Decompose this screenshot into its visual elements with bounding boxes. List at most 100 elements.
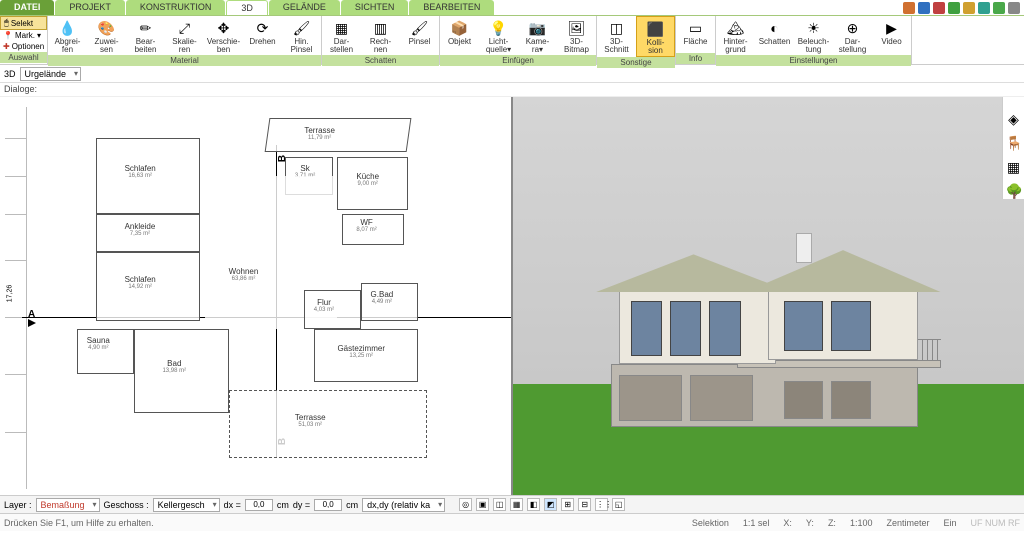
menu-tab-file[interactable]: DATEI — [0, 0, 54, 15]
ribbon-icon: ◐ — [765, 18, 785, 38]
toolbar-icon[interactable]: ▣ — [476, 498, 489, 511]
side-tool-palette: ◈ 🪑 ▦ 🌳 — [1002, 97, 1024, 199]
ribbon-btn-beleuch[interactable]: ☀Beleuch-tung — [794, 16, 833, 55]
input-bar: Layer : Bemaßung Geschoss : Kellergesch … — [0, 495, 1024, 513]
status-caps: UF NUM RF — [971, 518, 1021, 528]
ribbon-btn-dar[interactable]: ▦Dar-stellen — [322, 16, 361, 55]
menu-tab-projekt[interactable]: PROJEKT — [55, 0, 125, 15]
ribbon-btn-skalie[interactable]: ⤢Skalie-ren — [165, 16, 204, 55]
ribbon-btn-3d[interactable]: ◫3D-Schnitt — [597, 16, 636, 57]
ribbon-icon: ⬛ — [646, 19, 666, 39]
ribbon-group-label: Auswahl — [0, 52, 47, 63]
house-model — [579, 216, 972, 427]
menu-tab-3d[interactable]: 3D — [226, 0, 268, 15]
title-icon[interactable] — [963, 2, 975, 14]
ribbon-btn-schatten[interactable]: ◐Schatten — [755, 16, 794, 55]
ribbon-icon: ▭ — [686, 18, 706, 38]
ribbon-icon: 🖼 — [567, 18, 587, 38]
toolbar-icon[interactable]: ◱ — [612, 498, 625, 511]
status-scale: 1:100 — [850, 518, 873, 528]
layer-label: Layer : — [4, 500, 32, 510]
menu-icon[interactable] — [1008, 2, 1020, 14]
toolbar-icon[interactable]: ⊟ — [578, 498, 591, 511]
ribbon-btn-bear[interactable]: ✏Bear-beiten — [126, 16, 165, 55]
menu-tab-gelaende[interactable]: GELÄNDE — [269, 0, 340, 15]
ribbon-btn-kolli[interactable]: ⬛Kolli-sion — [636, 16, 675, 57]
layer-dropdown[interactable]: Urgelände — [20, 67, 82, 81]
furniture-icon[interactable]: 🪑 — [1006, 135, 1022, 151]
title-icon[interactable] — [918, 2, 930, 14]
mark-mode[interactable]: 📍Mark.▾ — [0, 30, 47, 41]
ribbon-btn-flche[interactable]: ▭Fläche — [676, 16, 715, 53]
ribbon-btn-objekt[interactable]: 📦Objekt — [440, 16, 479, 55]
menu-tab-bearbeiten[interactable]: BEARBEITEN — [409, 0, 494, 15]
ribbon-icon: ▦ — [332, 18, 352, 38]
mode-label: 3D — [4, 69, 16, 79]
secondary-bar: 3D Urgelände — [0, 65, 1024, 83]
ribbon-icon: 💡 — [489, 18, 509, 38]
options-mode[interactable]: ✚Optionen — [0, 41, 47, 52]
ribbon-btn-drehen[interactable]: ⟳Drehen — [243, 16, 282, 55]
select-mode[interactable]: 🖱Selekt — [0, 16, 47, 30]
geschoss-label: Geschoss : — [104, 500, 149, 510]
dx-label: dx = — [224, 500, 241, 510]
title-icon[interactable] — [978, 2, 990, 14]
ribbon-btn-zuwei[interactable]: 🎨Zuwei-sen — [87, 16, 126, 55]
ribbon-icon: ⤢ — [175, 18, 195, 38]
view-3d[interactable]: ◈ 🪑 ▦ 🌳 — [513, 97, 1024, 495]
ribbon-btn-abgrei[interactable]: 💧Abgrei-fen — [48, 16, 87, 55]
toolbar-icon[interactable]: ⊞ — [561, 498, 574, 511]
ribbon-btn-kame[interactable]: 📷Kame-ra▾ — [518, 16, 557, 55]
ribbon-icon: ◫ — [607, 18, 627, 38]
ribbon-btn-hinter[interactable]: 🏔Hinter-grund — [716, 16, 755, 55]
dialog-label: Dialoge: — [0, 83, 1024, 97]
ribbon: 🖱Selekt 📍Mark.▾ ✚Optionen Auswahl 💧Abgre… — [0, 16, 1024, 65]
menu-tab-konstruktion[interactable]: KONSTRUKTION — [126, 0, 226, 15]
status-unit: Zentimeter — [886, 518, 929, 528]
ribbon-icon: 📦 — [450, 18, 470, 38]
title-icon[interactable] — [948, 2, 960, 14]
ribbon-btn-verschie[interactable]: ✥Verschie-ben — [204, 16, 243, 55]
title-bar-icons — [903, 0, 1024, 15]
status-z: Z: — [828, 518, 836, 528]
menu-tab-sichten[interactable]: SICHTEN — [341, 0, 409, 15]
title-icon[interactable] — [903, 2, 915, 14]
floorplan: 17,26 A B B Schlafen16,63 m² Ankleide7,3… — [30, 107, 503, 489]
view-2d[interactable]: 17,26 A B B Schlafen16,63 m² Ankleide7,3… — [0, 97, 513, 495]
ribbon-icon: 🖌 — [410, 18, 430, 38]
status-selection: Selektion — [692, 518, 729, 528]
ribbon-icon: ☀ — [804, 18, 824, 38]
ribbon-icon: ▶ — [882, 18, 902, 38]
title-icon[interactable] — [933, 2, 945, 14]
toolbar-icon[interactable]: ▦ — [510, 498, 523, 511]
dx-input[interactable] — [245, 499, 273, 511]
materials-icon[interactable]: ▦ — [1006, 159, 1022, 175]
toolbar-icon[interactable]: ◎ — [459, 498, 472, 511]
toolbar-icon[interactable]: ⋮⋮ — [595, 498, 608, 511]
toolbar-icon[interactable]: ◧ — [527, 498, 540, 511]
ribbon-icon: ⟳ — [253, 18, 273, 38]
tree-icon[interactable]: 🌳 — [1006, 183, 1022, 199]
ribbon-left-options: 🖱Selekt 📍Mark.▾ ✚Optionen Auswahl — [0, 16, 48, 64]
ribbon-icon: 🏔 — [726, 18, 746, 38]
ribbon-btn-dar[interactable]: ⊕Dar-stellung — [833, 16, 872, 55]
coord-mode[interactable]: dx,dy (relativ ka — [362, 498, 445, 512]
workspace: 17,26 A B B Schlafen16,63 m² Ankleide7,3… — [0, 97, 1024, 495]
toolbar-icon[interactable]: ◩ — [544, 498, 557, 511]
ribbon-btn-3d[interactable]: 🖼3D-Bitmap — [557, 16, 596, 55]
dy-input[interactable] — [314, 499, 342, 511]
ribbon-group-label: Schatten — [322, 55, 439, 66]
ribbon-btn-video[interactable]: ▶Video — [872, 16, 911, 55]
status-ein: Ein — [943, 518, 956, 528]
ribbon-btn-rech[interactable]: ▥Rech-nen — [361, 16, 400, 55]
help-icon[interactable] — [993, 2, 1005, 14]
toolbar-icon[interactable]: ◫ — [493, 498, 506, 511]
ribbon-icon: ⊕ — [843, 18, 863, 38]
ribbon-icon: 🎨 — [97, 18, 117, 38]
ribbon-btn-hin[interactable]: 🖌Hin.Pinsel — [282, 16, 321, 55]
layers-icon[interactable]: ◈ — [1006, 111, 1022, 127]
geschoss-select[interactable]: Kellergesch — [153, 498, 220, 512]
ribbon-btn-licht[interactable]: 💡Licht-quelle▾ — [479, 16, 518, 55]
layer-select[interactable]: Bemaßung — [36, 498, 100, 512]
ribbon-btn-pinsel[interactable]: 🖌Pinsel — [400, 16, 439, 55]
